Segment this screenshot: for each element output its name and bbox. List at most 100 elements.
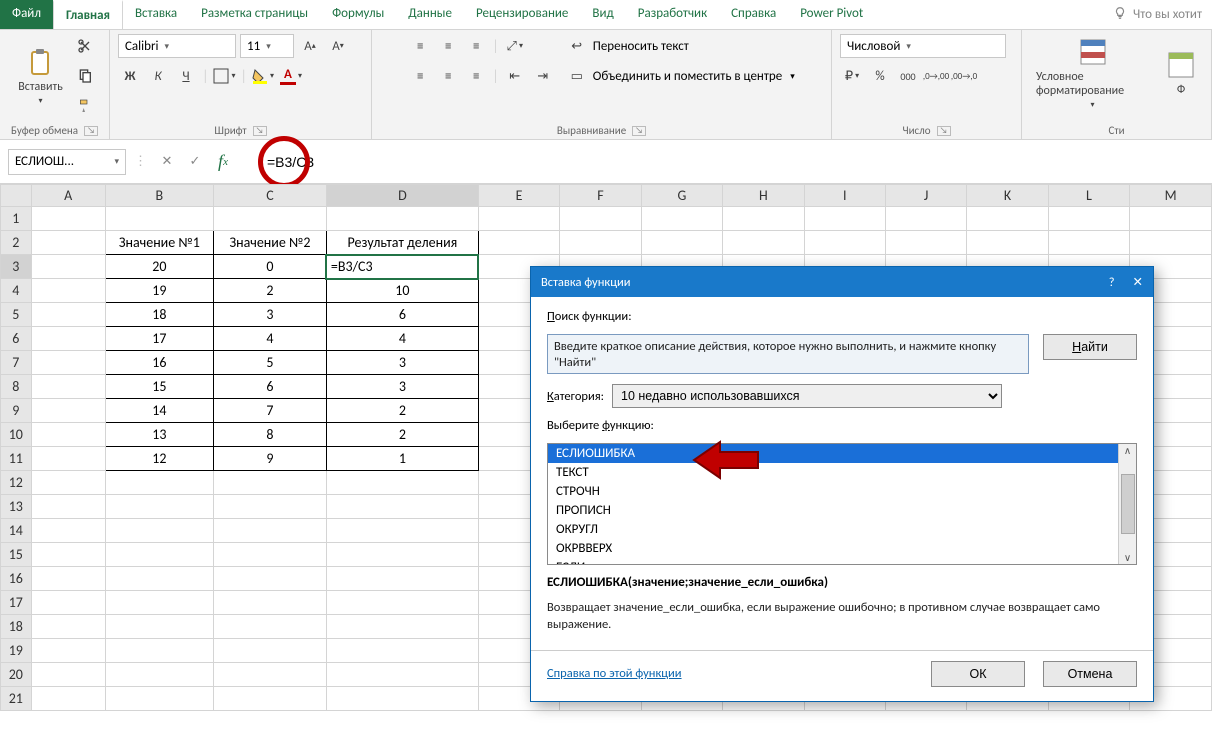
cell-L2[interactable] xyxy=(1048,231,1129,255)
borders-icon[interactable] xyxy=(213,64,237,88)
format-painter-icon[interactable] xyxy=(73,94,97,118)
cell-C19[interactable] xyxy=(214,639,327,663)
cell-C2[interactable]: Значение №2 xyxy=(214,231,327,255)
cell-A18[interactable] xyxy=(31,615,105,639)
cell-M2[interactable] xyxy=(1130,231,1212,255)
cell-D1[interactable] xyxy=(326,207,478,231)
cell-H2[interactable] xyxy=(723,231,804,255)
cell-J1[interactable] xyxy=(885,207,966,231)
cell-D7[interactable]: 3 xyxy=(326,351,478,375)
formula-input[interactable] xyxy=(259,149,1204,175)
cell-B5[interactable]: 18 xyxy=(105,303,213,327)
scroll-up-icon[interactable]: ∧ xyxy=(1124,444,1131,457)
cell-B9[interactable]: 14 xyxy=(105,399,213,423)
cell-A8[interactable] xyxy=(31,375,105,399)
cell-C20[interactable] xyxy=(214,663,327,687)
cell-C14[interactable] xyxy=(214,519,327,543)
currency-icon[interactable]: ₽ xyxy=(840,64,864,88)
cell-D9[interactable]: 2 xyxy=(326,399,478,423)
category-select[interactable]: 10 недавно использовавшихся xyxy=(612,384,1002,408)
cell-C10[interactable]: 8 xyxy=(214,423,327,447)
cell-A15[interactable] xyxy=(31,543,105,567)
cell-A4[interactable] xyxy=(31,279,105,303)
row-header-19[interactable]: 19 xyxy=(1,639,32,663)
align-left-icon[interactable]: ≡ xyxy=(408,64,432,88)
cell-A13[interactable] xyxy=(31,495,105,519)
cell-C13[interactable] xyxy=(214,495,327,519)
row-header-16[interactable]: 16 xyxy=(1,567,32,591)
cell-A19[interactable] xyxy=(31,639,105,663)
cell-F1[interactable] xyxy=(560,207,641,231)
cell-D16[interactable] xyxy=(326,567,478,591)
cell-D21[interactable] xyxy=(326,687,478,711)
cell-B4[interactable]: 19 xyxy=(105,279,213,303)
fill-color-icon[interactable] xyxy=(251,64,275,88)
tab-formulas[interactable]: Формулы xyxy=(320,0,396,29)
font-color-icon[interactable]: А xyxy=(279,64,303,88)
tell-me[interactable]: Что вы хотит xyxy=(1103,0,1212,29)
cell-B17[interactable] xyxy=(105,591,213,615)
cell-B19[interactable] xyxy=(105,639,213,663)
row-header-3[interactable]: 3 xyxy=(1,255,32,279)
font-launcher[interactable]: ↘ xyxy=(253,126,267,136)
tab-home[interactable]: Главная xyxy=(53,0,123,29)
cell-B12[interactable] xyxy=(105,471,213,495)
cell-D17[interactable] xyxy=(326,591,478,615)
col-header-K[interactable]: K xyxy=(967,185,1048,207)
cell-C4[interactable]: 2 xyxy=(214,279,327,303)
cell-I1[interactable] xyxy=(804,207,885,231)
cell-A16[interactable] xyxy=(31,567,105,591)
bold-icon[interactable]: Ж xyxy=(118,64,142,88)
tab-review[interactable]: Рецензирование xyxy=(464,0,580,29)
cell-B13[interactable] xyxy=(105,495,213,519)
cell-B1[interactable] xyxy=(105,207,213,231)
cell-B7[interactable]: 16 xyxy=(105,351,213,375)
cell-C8[interactable]: 6 xyxy=(214,375,327,399)
row-header-20[interactable]: 20 xyxy=(1,663,32,687)
cell-E2[interactable] xyxy=(478,231,559,255)
select-all-cell[interactable] xyxy=(1,185,32,207)
row-header-9[interactable]: 9 xyxy=(1,399,32,423)
align-middle-icon[interactable]: ≡ xyxy=(436,34,460,58)
cell-A12[interactable] xyxy=(31,471,105,495)
cell-B3[interactable]: 20 xyxy=(105,255,213,279)
tab-layout[interactable]: Разметка страницы xyxy=(189,0,320,29)
cell-C12[interactable] xyxy=(214,471,327,495)
function-item-СТРОЧН[interactable]: СТРОЧН xyxy=(548,482,1118,501)
decrease-decimal-icon[interactable]: ,00→,0 xyxy=(952,64,976,88)
tab-insert[interactable]: Вставка xyxy=(123,0,189,29)
cell-D18[interactable] xyxy=(326,615,478,639)
cell-D15[interactable] xyxy=(326,543,478,567)
row-header-10[interactable]: 10 xyxy=(1,423,32,447)
cell-J2[interactable] xyxy=(885,231,966,255)
cell-B18[interactable] xyxy=(105,615,213,639)
cell-B6[interactable]: 17 xyxy=(105,327,213,351)
function-help-link[interactable]: Справка по этой функции xyxy=(547,666,682,681)
decrease-indent-icon[interactable]: ⇤ xyxy=(503,64,527,88)
cell-A10[interactable] xyxy=(31,423,105,447)
number-launcher[interactable]: ↘ xyxy=(937,126,951,136)
function-item-ПРОПИСН[interactable]: ПРОПИСН xyxy=(548,501,1118,520)
merge-center-button[interactable]: ▭ Объединить и поместить в центре ▾ xyxy=(565,64,795,88)
cell-B20[interactable] xyxy=(105,663,213,687)
cell-D11[interactable]: 1 xyxy=(326,447,478,471)
col-header-F[interactable]: F xyxy=(560,185,641,207)
conditional-formatting-button[interactable]: Условное форматирование▾ xyxy=(1030,34,1155,112)
row-header-12[interactable]: 12 xyxy=(1,471,32,495)
dialog-titlebar[interactable]: Вставка функции ? ✕ xyxy=(531,267,1153,297)
cell-C3[interactable]: 0 xyxy=(214,255,327,279)
cancel-button[interactable]: Отмена xyxy=(1043,661,1137,687)
cell-B16[interactable] xyxy=(105,567,213,591)
cell-D14[interactable] xyxy=(326,519,478,543)
row-header-8[interactable]: 8 xyxy=(1,375,32,399)
cell-B10[interactable]: 13 xyxy=(105,423,213,447)
increase-decimal-icon[interactable]: ,0→,00 xyxy=(924,64,948,88)
increase-indent-icon[interactable]: ⇥ xyxy=(531,64,555,88)
col-header-A[interactable]: A xyxy=(31,185,105,207)
row-header-18[interactable]: 18 xyxy=(1,615,32,639)
cell-B15[interactable] xyxy=(105,543,213,567)
enter-formula-icon[interactable]: ✓ xyxy=(183,150,207,174)
cell-C9[interactable]: 7 xyxy=(214,399,327,423)
cell-D4[interactable]: 10 xyxy=(326,279,478,303)
cell-I2[interactable] xyxy=(804,231,885,255)
